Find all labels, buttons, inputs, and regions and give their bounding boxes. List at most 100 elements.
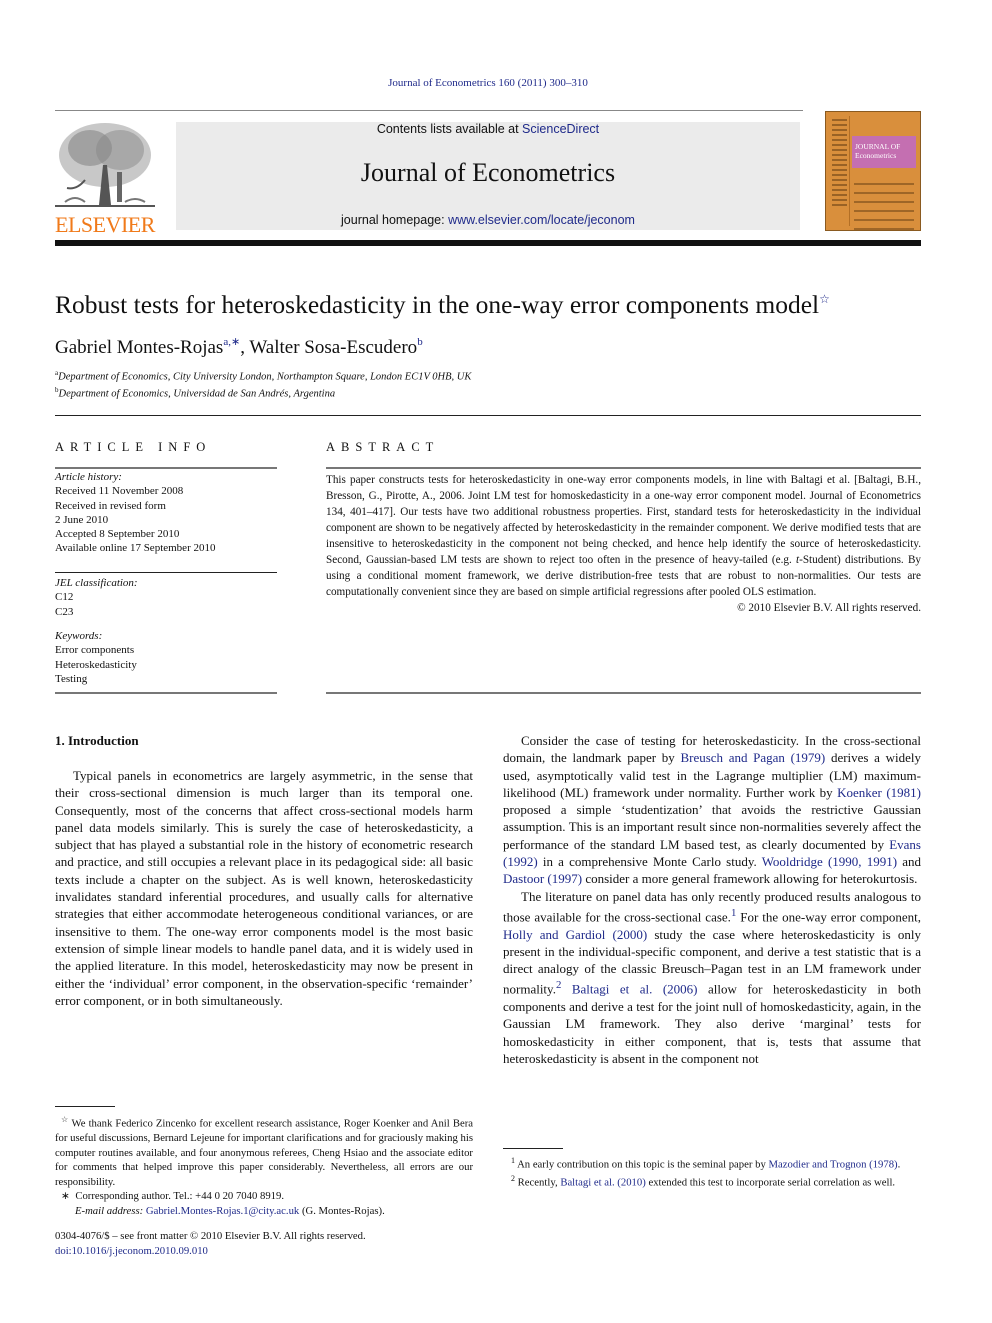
intro-paragraph: Consider the case of testing for heteros… [503, 732, 921, 888]
text-run: proposed a simple ‘studentization’ that … [503, 802, 921, 852]
footnote-item: 2 Recently, Baltagi et al. (2010) extend… [503, 1172, 921, 1190]
section-heading-introduction: 1. Introduction [55, 733, 139, 748]
keywords-label: Keywords: [55, 630, 103, 642]
affiliation: aDepartment of Economics, City Universit… [55, 369, 471, 383]
footnote-text: An early contribution on this topic is t… [515, 1158, 769, 1171]
contents-prefix: Contents lists available at [376, 122, 523, 136]
affiliation-divider [55, 415, 921, 416]
journal-homepage-link[interactable]: www.elsevier.com/locate/jeconom [448, 213, 635, 227]
keyword: Heteroskedasticity [55, 658, 137, 671]
abstract-heading: ABSTRACT [326, 440, 440, 454]
history-item: Received 11 November 2008 [55, 485, 184, 498]
title-footnote-star[interactable]: ☆ [819, 292, 830, 306]
abstract-copyright: © 2010 Elsevier B.V. All rights reserved… [737, 602, 921, 614]
abstract-body: This paper constructs tests for heterosk… [326, 472, 921, 616]
front-matter: 0304-4076/$ – see front matter © 2010 El… [55, 1229, 366, 1259]
history-item: 2 June 2010 [55, 513, 109, 526]
homepage-prefix: journal homepage: [341, 213, 449, 227]
elsevier-logo[interactable]: ELSEVIER [55, 120, 155, 237]
acknowledgement-footnote: ☆ We thank Federico Zincenko for excelle… [55, 1113, 473, 1189]
article-history: Article history: Received 11 November 20… [55, 470, 277, 556]
text-run [561, 982, 571, 997]
footnote-text: Recently, [515, 1176, 561, 1189]
author-name: Gabriel Montes-Rojas [55, 337, 224, 358]
cover-title-band: JOURNAL OF Econometrics [852, 136, 916, 168]
reference-link[interactable]: Baltagi et al. (2010) [560, 1177, 645, 1189]
affiliation-text: Department of Economics, Universidad de … [58, 388, 336, 400]
intro-paragraph: Typical panels in econometrics are large… [55, 768, 473, 1008]
abstract-bottom-divider [326, 692, 921, 694]
jel-classification: JEL classification: C12 C23 [55, 576, 277, 619]
elsevier-tree-icon [55, 120, 155, 212]
keywords: Keywords: Error components Heteroskedast… [55, 629, 277, 686]
author-list: Gabriel Montes-Rojasa,∗, Walter Sosa-Esc… [55, 335, 423, 359]
header-divider [55, 110, 803, 111]
corresponding-author-text: Corresponding author. Tel.: +44 0 20 704… [75, 1190, 285, 1203]
keyword: Testing [55, 672, 88, 685]
journal-title: Journal of Econometrics [360, 158, 616, 187]
history-item: Received in revised form [55, 499, 166, 512]
keyword: Error components [55, 644, 135, 657]
affiliation-text: Department of Economics, City University… [58, 371, 472, 383]
email-link[interactable]: Gabriel.Montes-Rojas.1@city.ac.uk [146, 1205, 299, 1217]
issn-line: 0304-4076/$ – see front matter © 2010 El… [55, 1230, 366, 1242]
journal-header-band: Contents lists available at ScienceDirec… [176, 122, 800, 230]
paper-title-text: Robust tests for heteroskedasticity in t… [55, 290, 820, 319]
cover-contents-lines [854, 176, 914, 237]
intro-right-column: Consider the case of testing for heteros… [503, 732, 921, 1067]
intro-left-column: Typical panels in econometrics are large… [55, 767, 473, 1009]
email-line: E-mail address: Gabriel.Montes-Rojas.1@c… [55, 1204, 473, 1219]
article-info-heading: ARTICLE INFO [55, 440, 212, 454]
acknowledgement-text: We thank Federico Zincenko for excellent… [55, 1117, 474, 1188]
elsevier-wordmark: ELSEVIER [55, 212, 155, 237]
footnote-text: extended this test to incorporate serial… [645, 1176, 896, 1189]
abstract-paragraph: This paper constructs tests for heterosk… [326, 472, 921, 600]
journal-citation[interactable]: Journal of Econometrics 160 (2011) 300–3… [0, 77, 976, 89]
reference-link[interactable]: Breusch and Pagan (1979) [680, 750, 825, 765]
keywords-divider [55, 692, 277, 694]
footnote-item: 1 An early contribution on this topic is… [503, 1154, 921, 1172]
reference-link[interactable]: Wooldridge (1990, 1991) [762, 854, 897, 869]
affiliation: bDepartment of Economics, Universidad de… [55, 386, 335, 400]
doi-link[interactable]: doi:10.1016/j.jeconom.2010.09.010 [55, 1245, 208, 1257]
article-history-label: Article history: [55, 471, 122, 483]
text-run: in a comprehensive Monte Carlo study. [537, 854, 762, 870]
abstract-text-1: This paper constructs tests for heterosk… [326, 474, 921, 566]
history-divider [55, 572, 277, 573]
email-suffix: (G. Montes-Rojas). [299, 1204, 385, 1217]
article-info-divider [55, 467, 277, 469]
text-run: consider a more general framework allowi… [582, 871, 918, 887]
footnote-divider [503, 1148, 563, 1149]
contents-line: Contents lists available at ScienceDirec… [176, 122, 800, 136]
author-affiliation-marker[interactable]: b [417, 336, 423, 348]
reference-link[interactable]: Koenker (1981) [837, 785, 921, 800]
footnote-text: . [897, 1158, 901, 1171]
intro-paragraph: The literature on panel data has only re… [503, 888, 921, 1068]
reference-link[interactable]: Mazodier and Trognon (1978) [768, 1159, 897, 1171]
author-name: Walter Sosa-Escudero [249, 337, 418, 358]
corresponding-author-footnote: ∗ Corresponding author. Tel.: +44 0 20 7… [55, 1189, 473, 1204]
reference-link[interactable]: Baltagi et al. (2006) [572, 982, 698, 997]
homepage-line: journal homepage: www.elsevier.com/locat… [176, 213, 800, 227]
reference-link[interactable]: Dastoor (1997) [503, 871, 582, 886]
author-separator: , [240, 337, 250, 358]
text-run: For the one-way error component, [736, 909, 921, 925]
footnotes-right: 1 An early contribution on this topic is… [503, 1154, 921, 1190]
footnote-asterisk: ∗ [61, 1190, 70, 1203]
email-label: E-mail address: [75, 1204, 144, 1217]
reference-link[interactable]: Holly and Gardiol (2000) [503, 927, 647, 942]
cover-spine [830, 116, 850, 226]
journal-cover-thumbnail[interactable]: JOURNAL OF Econometrics [825, 111, 921, 231]
header-thick-divider [55, 240, 921, 246]
jel-label: JEL classification: [55, 577, 138, 589]
history-item: Accepted 8 September 2010 [55, 528, 180, 541]
cover-title-line2: Econometrics [855, 151, 897, 160]
sciencedirect-link[interactable]: ScienceDirect [522, 122, 599, 136]
author-affiliation-marker[interactable]: a,∗ [223, 336, 240, 348]
footnotes-left: ☆ We thank Federico Zincenko for excelle… [55, 1113, 473, 1218]
abstract-divider [326, 467, 921, 469]
paper-title: Robust tests for heteroskedasticity in t… [55, 290, 935, 320]
cover-title-line1: JOURNAL OF [855, 142, 901, 151]
footnote-divider [55, 1106, 115, 1107]
history-item: Available online 17 September 2010 [55, 542, 216, 555]
